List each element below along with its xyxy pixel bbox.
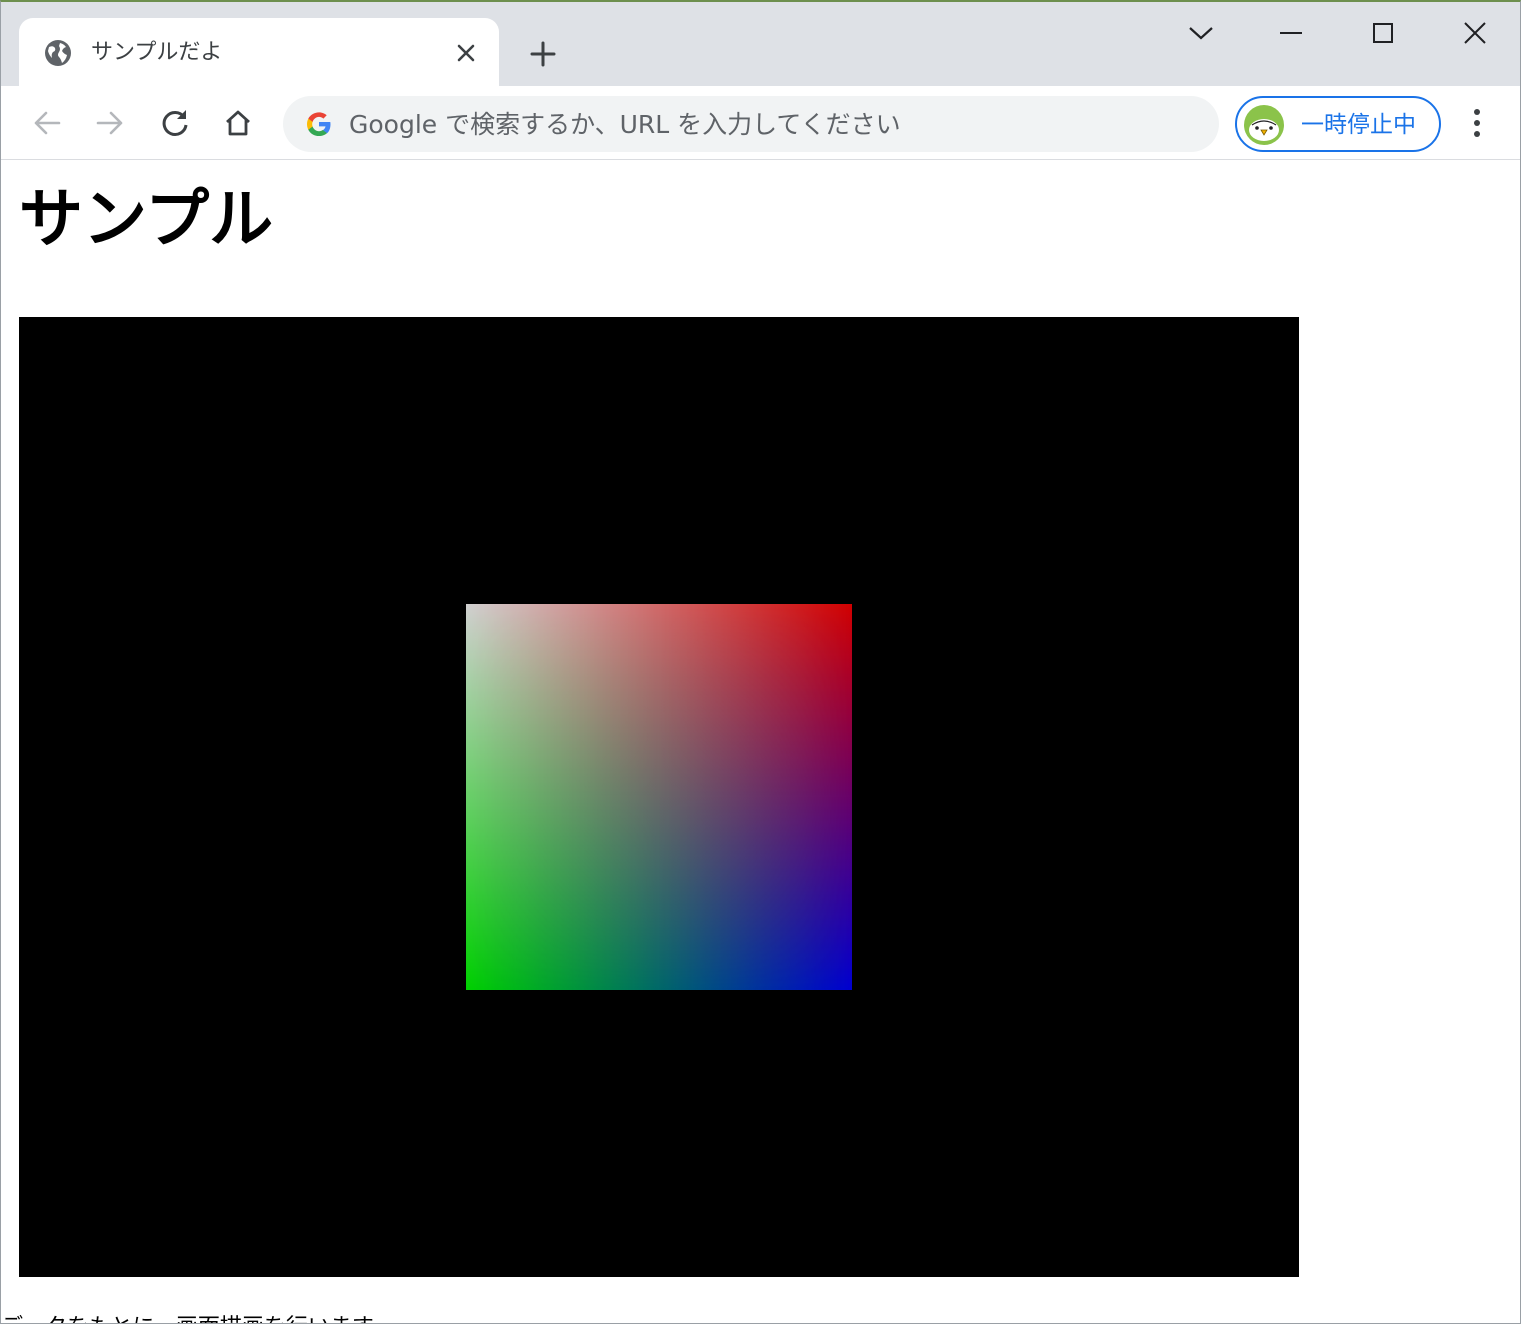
tab-title: サンプルだよ: [91, 40, 223, 65]
bird-avatar-icon: [1243, 104, 1285, 146]
reload-button[interactable]: [156, 104, 194, 142]
reload-icon: [162, 110, 188, 136]
page-footer-text: データをもとに、画面描画を行います: [1, 1314, 374, 1323]
minimize-icon: [1280, 32, 1302, 34]
page-content: サンプル: [1, 160, 1520, 1323]
plus-icon: [530, 41, 556, 67]
browser-menu-button[interactable]: [1459, 104, 1495, 142]
new-tab-button[interactable]: [525, 36, 561, 72]
close-icon: [1464, 22, 1486, 44]
tab-close-button[interactable]: [451, 38, 481, 68]
window-close-button[interactable]: [1455, 16, 1495, 50]
tab-strip: サンプルだよ: [1, 2, 1520, 88]
home-button[interactable]: [219, 104, 257, 142]
back-button[interactable]: [28, 104, 66, 142]
tab-search-button[interactable]: [1181, 16, 1221, 50]
chevron-down-icon: [1189, 27, 1213, 40]
toolbar: 一時停止中: [1, 86, 1520, 160]
arrow-right-icon: [96, 111, 123, 135]
minimize-button[interactable]: [1271, 16, 1311, 50]
home-icon: [226, 110, 250, 136]
arrow-left-icon: [34, 111, 61, 135]
close-icon: [457, 44, 475, 62]
page-heading: サンプル: [19, 183, 274, 257]
maximize-button[interactable]: [1363, 16, 1403, 50]
browser-window: サンプルだよ Google で検索するか、URL を入力してください 一時停止中…: [0, 0, 1521, 1324]
forward-button[interactable]: [91, 104, 129, 142]
kebab-menu-icon: [1474, 109, 1480, 137]
gradient-quad: [466, 604, 852, 990]
omnibox-input[interactable]: [349, 102, 1199, 146]
maximize-icon: [1373, 23, 1393, 43]
profile-status-label: 一時停止中: [1301, 112, 1416, 138]
profile-button[interactable]: 一時停止中: [1235, 96, 1441, 152]
omnibox[interactable]: [283, 96, 1219, 152]
google-g-icon: [305, 110, 333, 138]
webgl-canvas[interactable]: [19, 317, 1299, 1277]
tab-sample[interactable]: サンプルだよ: [19, 18, 499, 88]
globe-icon: [43, 38, 73, 68]
